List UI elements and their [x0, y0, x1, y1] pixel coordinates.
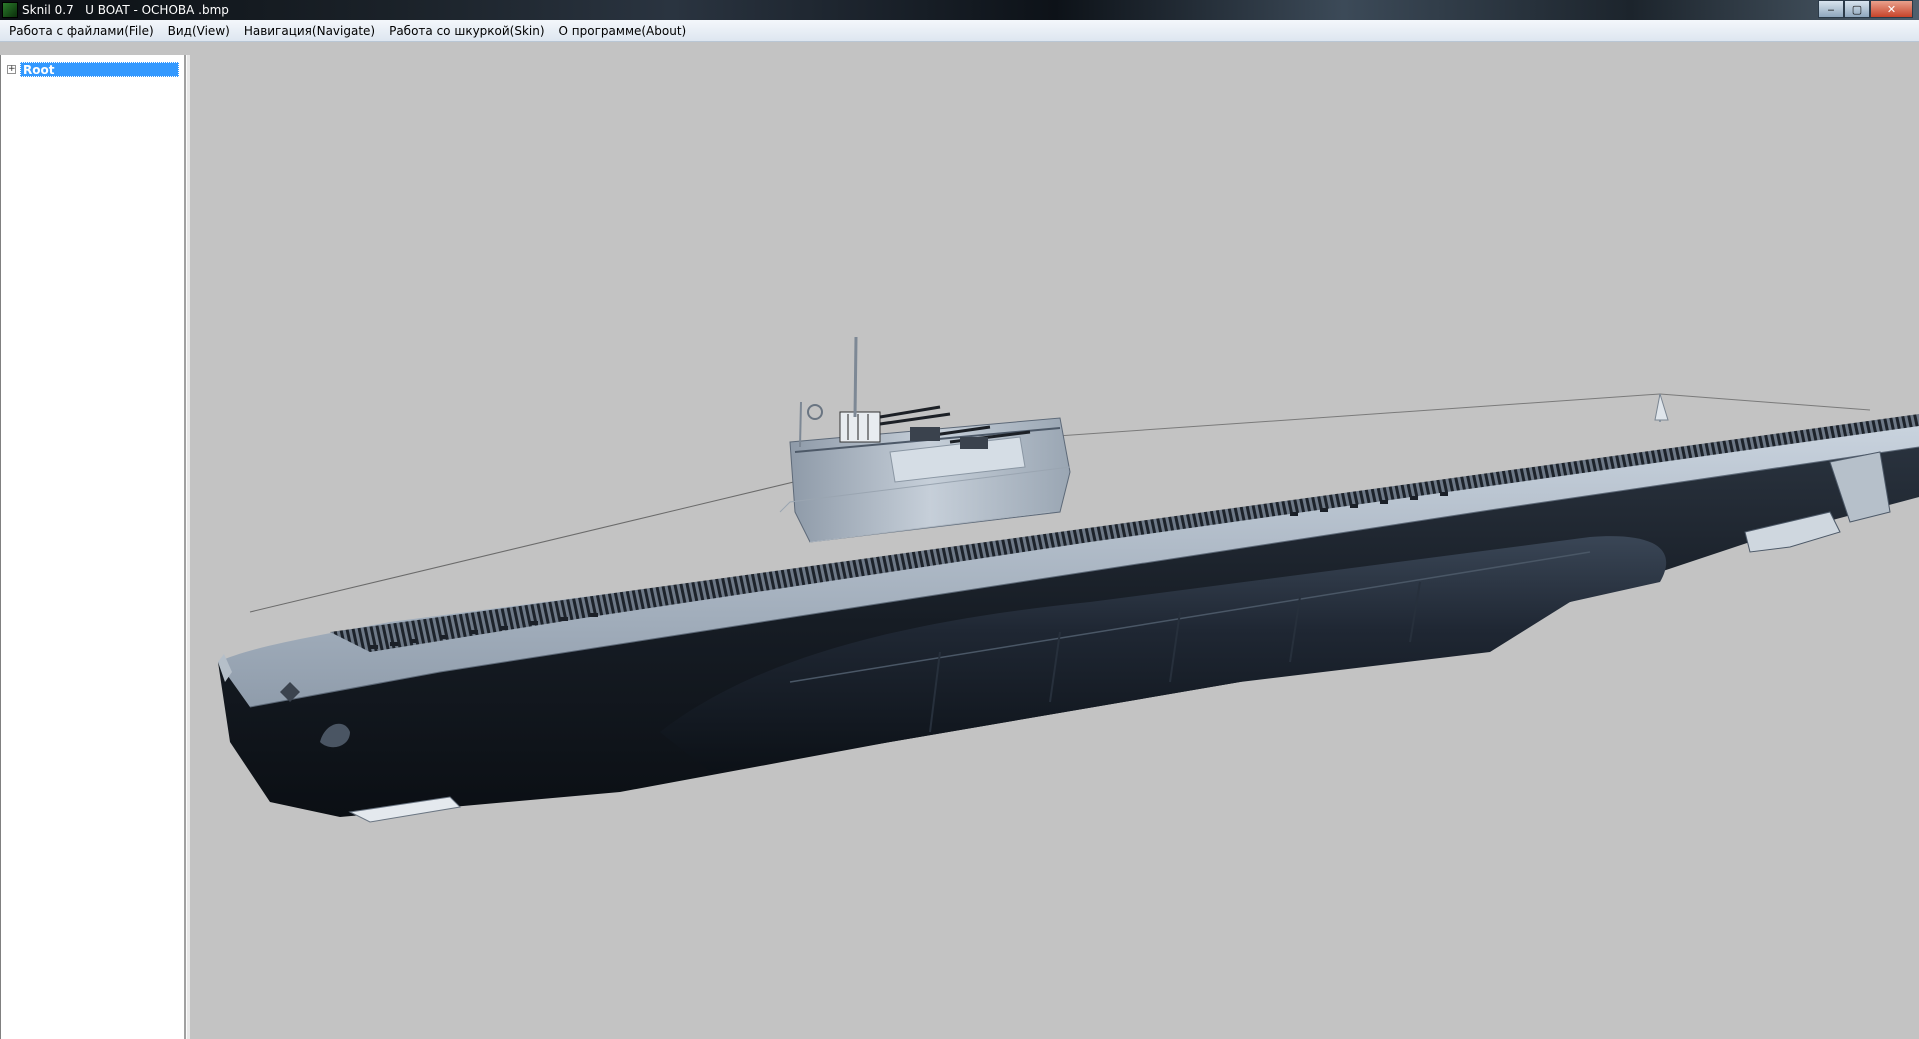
maximize-button[interactable]: ▢	[1844, 0, 1870, 18]
expand-icon[interactable]: +	[7, 65, 16, 74]
3d-viewport[interactable]	[190, 42, 1919, 1039]
minimize-button[interactable]: ‒	[1818, 0, 1844, 18]
submarine-model	[218, 336, 1919, 823]
tree-node-root[interactable]: + Root	[7, 62, 179, 77]
menu-view[interactable]: Вид(View)	[161, 20, 237, 42]
menu-file[interactable]: Работа с файлами(File)	[2, 20, 161, 42]
app-window: Sknil 0.7 U BOAT - OCHOBA .bmp ‒ ▢ ✕ Раб…	[0, 0, 1919, 1039]
tree-panel[interactable]: + Root	[0, 55, 186, 1039]
window-title: Sknil 0.7 U BOAT - OCHOBA .bmp	[22, 3, 229, 17]
close-button[interactable]: ✕	[1870, 0, 1913, 18]
menu-about[interactable]: О программе(About)	[552, 20, 694, 42]
tree-node-label[interactable]: Root	[20, 62, 179, 77]
menu-skin[interactable]: Работа со шкуркой(Skin)	[382, 20, 551, 42]
menu-bar: Работа с файлами(File) Вид(View) Навигац…	[0, 20, 1919, 42]
caption-buttons: ‒ ▢ ✕	[1818, 0, 1913, 18]
title-bar[interactable]: Sknil 0.7 U BOAT - OCHOBA .bmp ‒ ▢ ✕	[0, 0, 1919, 20]
menu-navigate[interactable]: Навигация(Navigate)	[237, 20, 382, 42]
app-icon	[2, 2, 18, 18]
